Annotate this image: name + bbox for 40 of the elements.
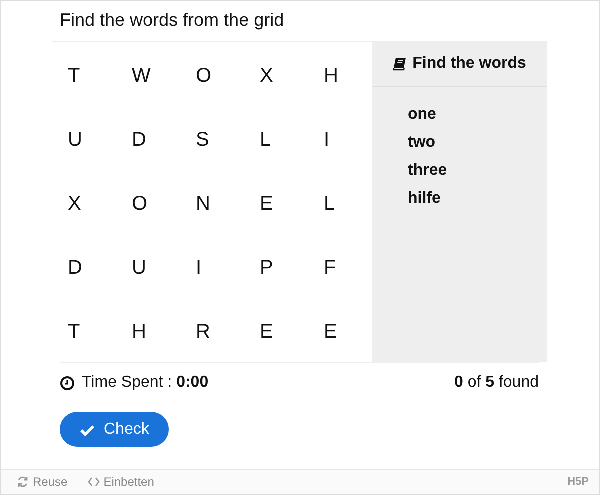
grid-letter[interactable]: D — [116, 108, 180, 172]
word-item: hilfe — [408, 189, 442, 209]
grid-letter[interactable]: E — [244, 300, 308, 364]
grid-letter[interactable]: U — [52, 108, 116, 172]
checkmark-icon — [80, 424, 95, 436]
word-item: three — [408, 161, 448, 181]
grid-letter[interactable]: N — [180, 172, 244, 236]
grid-letter[interactable]: O — [116, 172, 180, 236]
refresh-icon — [17, 476, 29, 488]
code-icon — [88, 477, 100, 487]
grid-letter[interactable]: E — [308, 300, 372, 364]
clock-icon — [60, 376, 75, 390]
logo: H5P — [568, 476, 589, 488]
grid-letter[interactable]: W — [116, 44, 180, 108]
grid-letter[interactable]: U — [116, 236, 180, 300]
time-spent: Time Spent : 0:00 — [82, 374, 209, 392]
word-item: two — [408, 133, 437, 153]
panel-title: Find the words — [412, 55, 526, 73]
grid-letter[interactable]: E — [244, 172, 308, 236]
grid-letter[interactable]: T — [52, 300, 116, 364]
grid-letter[interactable]: I — [180, 236, 244, 300]
found-counter: 0 of 5 found — [454, 374, 539, 392]
grid-letter[interactable]: L — [244, 108, 308, 172]
book-icon — [392, 57, 407, 71]
grid-letter[interactable]: H — [116, 300, 180, 364]
grid-letter[interactable]: X — [52, 172, 116, 236]
grid-letter[interactable]: P — [244, 236, 308, 300]
task-title: Find the words from the grid — [59, 9, 286, 32]
grid-letter[interactable]: R — [180, 300, 244, 364]
grid-letter[interactable]: X — [244, 44, 308, 108]
grid-letter[interactable]: L — [308, 172, 372, 236]
grid-letter[interactable]: S — [180, 108, 244, 172]
grid-letter[interactable]: O — [180, 44, 244, 108]
grid-letter[interactable]: H — [308, 44, 372, 108]
grid-letter[interactable]: D — [52, 236, 116, 300]
word-item: one — [408, 105, 438, 125]
grid-letter[interactable]: F — [308, 236, 372, 300]
grid-letter[interactable]: I — [308, 108, 372, 172]
check-button[interactable]: Check — [60, 412, 170, 447]
grid-letter[interactable]: T — [52, 44, 116, 108]
